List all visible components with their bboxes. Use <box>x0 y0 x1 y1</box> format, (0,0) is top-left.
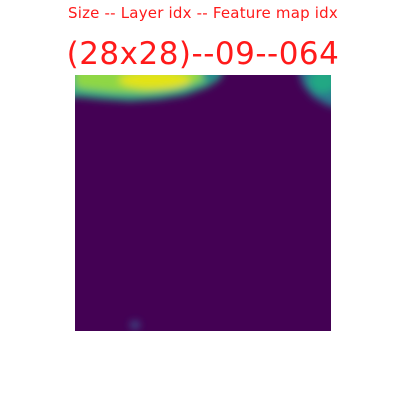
low-activation-background <box>75 75 331 331</box>
heatmap-subtitle: Size -- Layer idx -- Feature map idx <box>68 4 338 22</box>
feature-map-image <box>75 75 331 331</box>
heatmap-title: (28x28)--09--064 <box>66 36 340 72</box>
bottom-activation-speck <box>130 321 140 329</box>
feature-map-heatmap <box>75 75 331 331</box>
